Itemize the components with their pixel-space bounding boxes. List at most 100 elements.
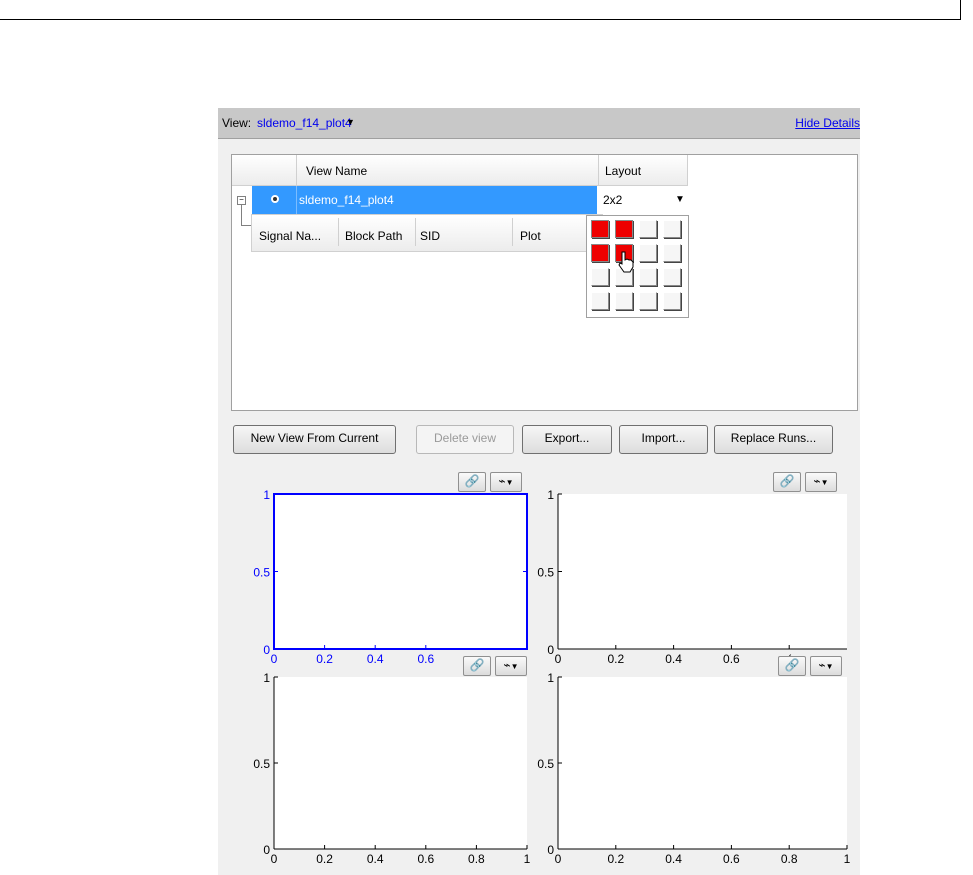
plot-axes-box xyxy=(558,494,847,649)
window-top-border xyxy=(0,0,961,20)
plot-axes-box xyxy=(558,677,847,849)
chevron-down-icon[interactable]: ▼ xyxy=(675,194,685,205)
x-tick-label: 0.2 xyxy=(316,852,333,866)
view-selector[interactable]: sldemo_f14_plot4 xyxy=(257,116,352,130)
y-tick-label: 0.5 xyxy=(537,566,554,580)
layout-grid-cell[interactable] xyxy=(615,220,633,238)
y-tick-label: 1 xyxy=(263,488,270,502)
plot-axes-box xyxy=(273,493,528,650)
import-button[interactable]: Import... xyxy=(619,425,708,454)
layout-grid-cell[interactable] xyxy=(615,292,633,310)
x-tick-label: 0.6 xyxy=(417,852,434,866)
x-tick-label: 1 xyxy=(524,852,531,866)
x-tick-label: 0.6 xyxy=(723,852,740,866)
chevron-down-icon: ▼ xyxy=(510,662,519,671)
layout-grid-cell[interactable] xyxy=(663,244,681,262)
sub-header-sid[interactable]: SID xyxy=(420,229,440,243)
link-icon[interactable]: 🔗 xyxy=(463,656,491,676)
table-row-selected[interactable]: sldemo_f14_plot4 xyxy=(252,186,597,214)
plot-options-button[interactable]: ⌁▼ xyxy=(490,472,522,492)
x-tick-label: 0 xyxy=(555,652,562,666)
x-tick-label: 0.4 xyxy=(367,852,384,866)
x-tick-label: 1 xyxy=(844,852,851,866)
layout-grid-cell[interactable] xyxy=(591,244,609,262)
layout-grid-cell[interactable] xyxy=(639,244,657,262)
y-tick-label: 0.5 xyxy=(253,566,270,580)
chevron-down-icon: ▼ xyxy=(820,478,829,487)
row-view-name[interactable]: sldemo_f14_plot4 xyxy=(299,193,394,207)
header-separator xyxy=(296,155,297,185)
sub-header-signal-name[interactable]: Signal Na... xyxy=(259,229,321,243)
plot-options-icon: ⌁ xyxy=(503,658,511,672)
view-label: View: xyxy=(222,116,252,130)
plot-axes-box xyxy=(274,677,527,849)
header-layout[interactable]: Layout xyxy=(605,164,641,178)
radio-icon[interactable] xyxy=(271,195,279,203)
x-tick-label: 0.2 xyxy=(316,652,333,666)
layout-grid-cell[interactable] xyxy=(639,268,657,286)
layout-grid-cell[interactable] xyxy=(639,292,657,310)
x-tick-label: 0.6 xyxy=(417,652,434,666)
plot-options-button[interactable]: ⌁▼ xyxy=(810,656,842,676)
delete-view-button[interactable]: Delete view xyxy=(416,425,514,454)
chevron-down-icon[interactable]: ▼ xyxy=(346,117,355,127)
layout-grid-cell[interactable] xyxy=(591,292,609,310)
plot-options-icon: ⌁ xyxy=(813,474,821,488)
plot-options-icon: ⌁ xyxy=(818,658,826,672)
header-separator xyxy=(512,218,513,246)
y-tick-label: 0 xyxy=(263,843,270,857)
link-icon[interactable]: 🔗 xyxy=(773,472,801,492)
layout-grid-cell[interactable] xyxy=(639,220,657,238)
header-separator xyxy=(687,155,688,185)
y-tick-label: 1 xyxy=(547,671,554,685)
layout-grid-cell[interactable] xyxy=(663,268,681,286)
x-tick-label: 0.4 xyxy=(665,852,682,866)
chevron-down-icon: ▼ xyxy=(505,478,514,487)
views-table: View Name Layout − sldemo_f14_plot4 2x2 … xyxy=(231,154,858,411)
layout-grid-picker[interactable] xyxy=(586,215,689,318)
sub-header-plot[interactable]: Plot xyxy=(520,229,541,243)
collapse-icon[interactable]: − xyxy=(237,196,246,205)
layout-grid-cell[interactable] xyxy=(663,220,681,238)
x-tick-label: 0.4 xyxy=(665,652,682,666)
x-tick-label: 0.8 xyxy=(781,852,798,866)
signal-subtable-header: Signal Na... Block Path SID Plot xyxy=(251,214,603,252)
x-tick-label: 0.4 xyxy=(367,652,384,666)
link-icon[interactable]: 🔗 xyxy=(778,656,806,676)
y-tick-label: 0 xyxy=(547,843,554,857)
x-tick-label: 0 xyxy=(271,652,278,666)
layout-dropdown[interactable]: 2x2 ▼ xyxy=(599,186,686,214)
header-separator xyxy=(338,218,339,246)
hand-cursor-icon xyxy=(618,251,634,273)
y-tick-label: 0 xyxy=(263,643,270,657)
plot-options-icon: ⌁ xyxy=(498,474,506,488)
sub-header-block-path[interactable]: Block Path xyxy=(345,229,402,243)
y-tick-label: 0 xyxy=(547,643,554,657)
new-view-button[interactable]: New View From Current xyxy=(233,425,396,454)
y-tick-label: 1 xyxy=(547,488,554,502)
row-separator xyxy=(296,186,297,214)
hide-details-link[interactable]: Hide Details xyxy=(795,116,860,130)
x-tick-label: 0.2 xyxy=(607,652,624,666)
plot-options-button[interactable]: ⌁▼ xyxy=(805,472,837,492)
layout-value: 2x2 xyxy=(603,193,623,207)
layout-grid-cell[interactable] xyxy=(663,292,681,310)
layout-grid-cell[interactable] xyxy=(591,268,609,286)
x-tick-label: 0.2 xyxy=(607,852,624,866)
inspector-panel: View: sldemo_f14_plot4 ▼ Hide Details Vi… xyxy=(218,108,860,875)
y-tick-label: 0.5 xyxy=(537,757,554,771)
y-tick-label: 0.5 xyxy=(253,757,270,771)
table-header: View Name Layout xyxy=(232,155,688,186)
layout-grid-cell[interactable] xyxy=(591,220,609,238)
replace-runs-button[interactable]: Replace Runs... xyxy=(714,425,833,454)
y-tick-label: 1 xyxy=(263,671,270,685)
header-view-name[interactable]: View Name xyxy=(306,164,367,178)
export-button[interactable]: Export... xyxy=(522,425,612,454)
header-separator xyxy=(415,218,416,246)
x-tick-label: 0.6 xyxy=(723,652,740,666)
x-tick-label: 0 xyxy=(555,852,562,866)
plot-options-button[interactable]: ⌁▼ xyxy=(495,656,527,676)
x-tick-label: 0 xyxy=(271,852,278,866)
chevron-down-icon: ▼ xyxy=(825,662,834,671)
link-icon[interactable]: 🔗 xyxy=(458,472,486,492)
